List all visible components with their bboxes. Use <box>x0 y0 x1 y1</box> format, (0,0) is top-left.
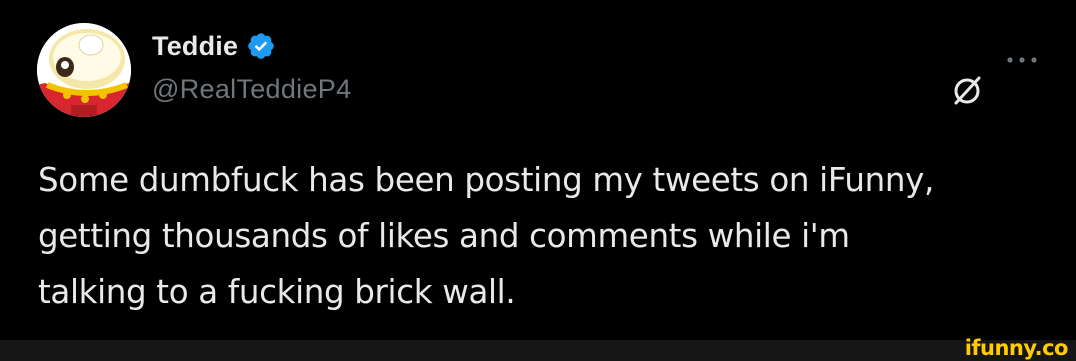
grok-icon[interactable] <box>950 72 986 108</box>
verified-badge-icon[interactable] <box>246 31 276 61</box>
ifunny-watermark: ifunny.co <box>964 336 1069 360</box>
author-handle[interactable]: @RealTeddieP4 <box>152 74 351 105</box>
watermark-bar <box>0 340 1076 361</box>
author-name-row[interactable]: Teddie <box>152 28 276 64</box>
display-name[interactable]: Teddie <box>152 31 238 62</box>
more-icon[interactable] <box>1002 50 1042 70</box>
teddie-avatar-icon <box>37 23 131 117</box>
tweet-text: Some dumbfuck has been posting my tweets… <box>38 161 934 311</box>
tweet-card: Teddie @RealTeddieP4 Some dumbfuck has b… <box>0 0 1076 340</box>
avatar[interactable] <box>37 23 131 117</box>
